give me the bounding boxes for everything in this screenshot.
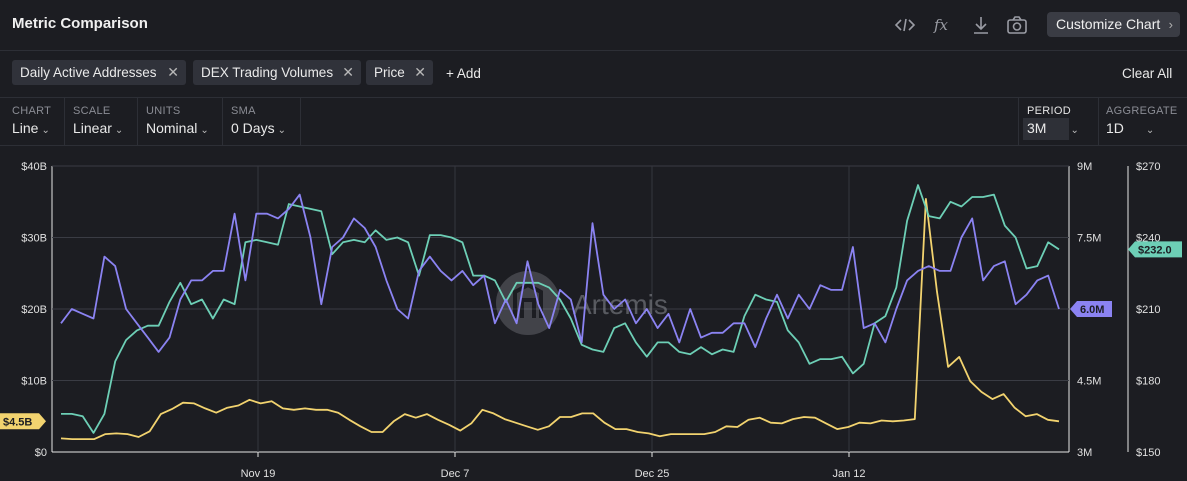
x-tick-label: Nov 19 <box>241 468 276 480</box>
end-label-left: $4.5B <box>0 413 46 430</box>
right-tick-label: $270 <box>1136 161 1160 173</box>
right-tick-label: $180 <box>1136 376 1160 388</box>
mid-tick-label: 4.5M <box>1077 376 1101 388</box>
right-tick-label: $210 <box>1136 304 1160 316</box>
x-tick-label: Jan 12 <box>832 468 865 480</box>
right-tick-label: $150 <box>1136 447 1160 459</box>
x-tick-label: Dec 7 <box>441 468 470 480</box>
left-tick-label: $40B <box>21 161 47 173</box>
end-label-mid: 6.0M <box>1070 301 1112 317</box>
chart-plot[interactable]: $03M$150$10B4.5M$180$20B6M$210$30B7.5M$2… <box>0 0 1187 481</box>
end-label-mid-text: 6.0M <box>1080 304 1104 316</box>
left-tick-label: $0 <box>35 447 47 459</box>
x-tick-label: Dec 25 <box>635 468 670 480</box>
mid-tick-label: 3M <box>1077 447 1092 459</box>
left-tick-label: $20B <box>21 304 47 316</box>
end-label-right-text: $232.0 <box>1138 244 1172 256</box>
end-label-left-text: $4.5B <box>3 416 32 428</box>
series-line-left <box>60 197 1060 441</box>
series-line-mid <box>60 193 1060 353</box>
left-tick-label: $30B <box>21 233 47 245</box>
end-label-right: $232.0 <box>1128 241 1182 258</box>
left-tick-label: $10B <box>21 376 47 388</box>
mid-tick-label: 7.5M <box>1077 233 1101 245</box>
mid-tick-label: 9M <box>1077 161 1092 173</box>
